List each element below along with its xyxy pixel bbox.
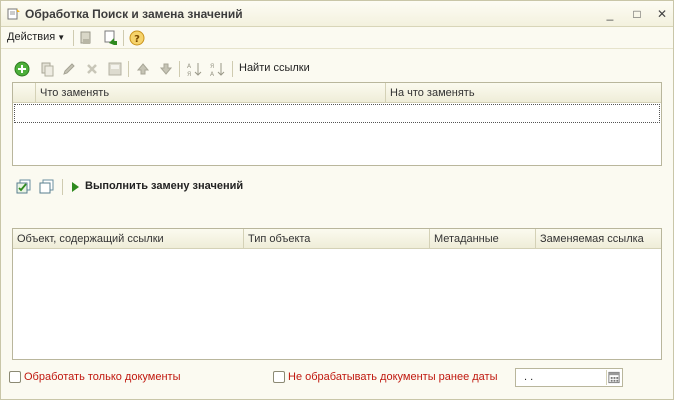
row-marker-column-header [13,83,35,103]
column-header-replace-with[interactable]: На что заменять [385,83,661,103]
execute-toolbar: Выполнить замену значений [15,177,315,197]
move-down-button[interactable] [157,60,175,78]
pencil-icon [63,63,75,75]
svg-text:A: A [210,71,215,77]
chevron-down-icon: ▼ [57,33,66,42]
replace-table-header: Что заменять На что заменять [13,83,661,103]
minimize-button[interactable]: _ [601,5,619,23]
sort-ascending-icon: A Я [187,63,202,77]
references-table-header: Объект, содержащий ссылки Тип объекта Ме… [13,229,661,249]
toolbar-divider [232,61,233,77]
actions-menu-button[interactable]: Действия ▼ [7,31,65,43]
uncheck-all-button[interactable] [38,178,56,196]
maximize-button[interactable]: □ [628,5,646,23]
uncheck-all-icon [39,179,54,194]
delete-icon [87,64,97,74]
column-header-what-to-replace[interactable]: Что заменять [35,83,385,103]
find-references-button[interactable]: Найти ссылки [239,62,310,74]
move-up-button[interactable] [134,60,152,78]
arrow-down-icon [159,63,173,75]
copy-icon [41,62,54,77]
date-input-value: . . [524,371,534,383]
processing-app-icon [7,7,20,20]
svg-text:A: A [187,63,192,70]
sort-descending-button[interactable]: Я A [208,60,226,78]
processing-window: Обработка Поиск и замена значений _ □ ✕ … [0,0,674,400]
svg-text:Я: Я [187,71,191,77]
window-title: Обработка Поиск и замена значений [25,7,243,21]
toolbar-divider [62,179,63,195]
save-settings-button[interactable] [77,29,95,47]
save-settings-icon [80,31,91,44]
column-header-replaced-reference[interactable]: Заменяемая ссылка [535,229,661,249]
column-header-metadata[interactable]: Метаданные [429,229,535,249]
arrow-up-icon [136,63,150,75]
toolbar-divider [179,61,180,77]
check-all-button[interactable] [15,178,33,196]
skip-before-date-checkbox[interactable] [273,371,285,383]
add-row-button[interactable] [13,60,31,78]
svg-text:Я: Я [210,63,214,70]
execute-replace-button[interactable]: Выполнить замену значений [85,180,243,192]
only-documents-label: Обработать только документы [24,371,181,383]
replace-values-table[interactable]: Что заменять На что заменять [12,82,662,166]
restore-settings-button[interactable] [101,29,119,47]
close-button[interactable]: ✕ [653,5,671,23]
table-row[interactable] [14,104,660,123]
check-all-icon [16,179,31,194]
toolbar-divider [123,30,124,46]
column-header-object[interactable]: Объект, содержащий ссылки [13,229,243,249]
play-icon [72,182,79,192]
edit-row-button[interactable] [60,60,78,78]
skip-before-date-label: Не обрабатывать документы ранее даты [288,371,498,383]
title-bar: Обработка Поиск и замена значений _ □ ✕ [1,1,673,27]
help-icon: ? [129,30,145,46]
column-header-object-type[interactable]: Тип объекта [243,229,429,249]
toolbar-divider [128,61,129,77]
only-documents-option[interactable]: Обработать только документы [9,371,209,385]
toolbar-divider [73,30,74,46]
help-glyph: ? [134,34,140,45]
sort-ascending-button[interactable]: A Я [185,60,203,78]
copy-row-button[interactable] [38,60,56,78]
calendar-icon[interactable] [606,370,621,385]
sort-descending-icon: Я A [210,63,225,77]
delete-row-button[interactable] [83,60,101,78]
date-input[interactable]: . . [515,368,623,387]
skip-before-date-option[interactable]: Не обрабатывать документы ранее даты [273,371,513,385]
actions-menu-label: Действия [7,31,56,43]
add-icon [14,61,30,77]
only-documents-checkbox[interactable] [9,371,21,383]
end-edit-button[interactable] [106,60,124,78]
restore-settings-icon [104,30,117,45]
main-toolbar: Действия ▼ ? [1,27,673,49]
replace-table-toolbar: A Я Я A Найти ссылки [9,59,661,79]
references-table[interactable]: Объект, содержащий ссылки Тип объекта Ме… [12,228,662,360]
table-edit-icon [108,62,122,76]
help-button[interactable]: ? [128,29,146,47]
